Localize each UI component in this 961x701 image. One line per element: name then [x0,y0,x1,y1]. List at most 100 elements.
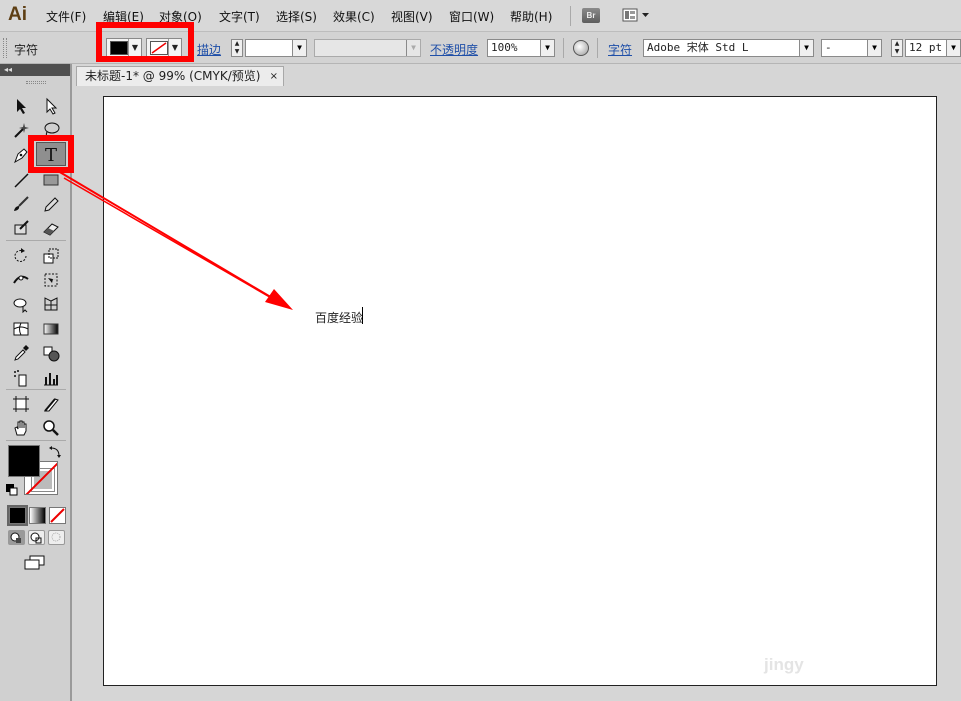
font-style-dropdown[interactable]: - ▼ [821,39,882,57]
dropdown-arrow-icon[interactable]: ▼ [946,40,960,56]
swap-fill-stroke-icon[interactable] [48,445,62,459]
draw-normal-icon [10,532,21,543]
blend-tool[interactable] [39,341,63,363]
menu-window[interactable]: 窗口(W) [449,8,494,25]
symbol-sprayer-tool[interactable] [9,366,33,388]
dropdown-arrow-icon[interactable]: ▼ [292,40,306,56]
stroke-weight-input[interactable]: ▼ [245,39,307,57]
menu-view[interactable]: 视图(V) [391,8,433,25]
stroke-weight-spinner[interactable]: ▲ ▼ [231,39,243,57]
screen-mode-icon[interactable] [24,555,46,571]
paintbrush-icon [14,196,29,211]
recolor-artwork-icon[interactable] [573,40,589,56]
line-segment-icon [14,173,29,188]
fill-color-swatch[interactable] [8,445,40,477]
direct-selection-tool[interactable] [39,94,63,116]
column-graph-icon [44,373,58,386]
workspace-switcher-button[interactable] [622,7,652,24]
scale-tool[interactable] [39,244,63,266]
gradient-tool[interactable] [39,317,63,339]
rotate-tool[interactable] [9,244,33,266]
symbol-sprayer-icon [14,370,27,387]
document-tab[interactable]: 未标题-1* @ 99% (CMYK/预览) × [76,66,284,86]
app-logo: Ai [8,4,27,25]
mesh-tool[interactable] [9,317,33,339]
width-tool[interactable] [9,268,33,290]
rectangle-icon [43,174,59,186]
tools-panel-collapse[interactable]: ◂◂ [0,64,70,76]
draw-behind-button[interactable] [28,530,45,545]
free-transform-icon [44,273,58,287]
hand-icon [14,420,27,436]
menu-help[interactable]: 帮助(H) [510,8,552,25]
blob-brush-icon [14,220,29,235]
mesh-icon [13,322,29,336]
opacity-value: 100% [491,41,518,54]
scale-icon [43,248,59,264]
eraser-icon [43,223,59,236]
gradient-mode-button[interactable] [29,507,46,524]
slice-tool[interactable] [39,392,63,414]
highlight-box-color-swatches [96,22,194,62]
default-colors-icon[interactable] [6,484,18,496]
control-bar-grip[interactable] [3,38,7,58]
hand-tool[interactable] [9,416,33,438]
zoom-magnifier-icon [43,420,59,436]
menu-type[interactable]: 文字(T) [219,8,260,25]
bridge-button[interactable]: Br [582,8,600,23]
pencil-icon [44,197,59,212]
font-size-input[interactable]: 12 pt ▼ [905,39,961,57]
menu-file[interactable]: 文件(F) [46,8,86,25]
blob-brush-tool[interactable] [9,216,33,238]
eyedropper-icon [14,345,29,361]
character-label-link[interactable]: 字符 [608,41,632,58]
free-transform-tool[interactable] [39,268,63,290]
column-graph-tool[interactable] [39,366,63,388]
tools-panel: ◂◂ T [0,64,74,701]
paintbrush-tool[interactable] [9,192,33,214]
line-segment-tool[interactable] [9,168,33,190]
none-mode-button[interactable] [49,507,66,524]
blend-icon [43,346,60,362]
watermark: jingy [764,655,804,674]
pencil-tool[interactable] [39,192,63,214]
close-tab-icon[interactable]: × [270,67,278,86]
color-mode-button[interactable] [7,505,28,526]
dropdown-arrow-icon[interactable]: ▼ [540,40,554,56]
control-bar-title: 字符 [14,43,39,57]
menu-effect[interactable]: 效果(C) [333,8,375,25]
draw-normal-button[interactable] [8,530,25,545]
artboard-text-object[interactable]: 百度经验 [315,309,363,326]
eyedropper-tool[interactable] [9,341,33,363]
menu-select[interactable]: 选择(S) [276,8,317,25]
font-family-dropdown[interactable]: Adobe 宋体 Std L ▼ [643,39,814,57]
document-tab-title: 未标题-1* @ 99% (CMYK/预览) [85,69,261,83]
slice-knife-icon [43,398,59,412]
font-style-value: - [825,41,832,54]
draw-behind-icon [30,532,42,544]
zoom-tool[interactable] [39,416,63,438]
stroke-label-link[interactable]: 描边 [197,41,221,58]
shape-builder-tool[interactable] [9,292,33,314]
dropdown-arrow-icon[interactable]: ▼ [867,40,881,56]
font-size-value: 12 pt [909,41,943,54]
control-separator [597,38,598,58]
font-size-spinner[interactable]: ▲ ▼ [891,39,903,57]
selection-tool[interactable] [9,94,33,116]
perspective-grid-tool[interactable] [39,292,63,314]
opacity-input[interactable]: 100% ▼ [487,39,555,57]
artboard-tool[interactable] [9,392,33,414]
rotate-icon [14,248,27,262]
width-icon [13,275,29,284]
draw-inside-button[interactable] [48,530,65,545]
tools-panel-grip[interactable] [26,81,46,84]
dropdown-arrow-icon[interactable]: ▼ [799,40,813,56]
tools-separator [6,440,66,441]
rectangle-tool[interactable] [39,168,63,190]
opacity-label-link[interactable]: 不透明度 [430,41,478,58]
shape-builder-icon [13,298,28,313]
eraser-tool[interactable] [39,216,63,238]
text-insertion-cursor [362,307,363,324]
artboard[interactable]: 百度经验 jingy [103,96,937,686]
perspective-grid-icon [44,297,58,311]
